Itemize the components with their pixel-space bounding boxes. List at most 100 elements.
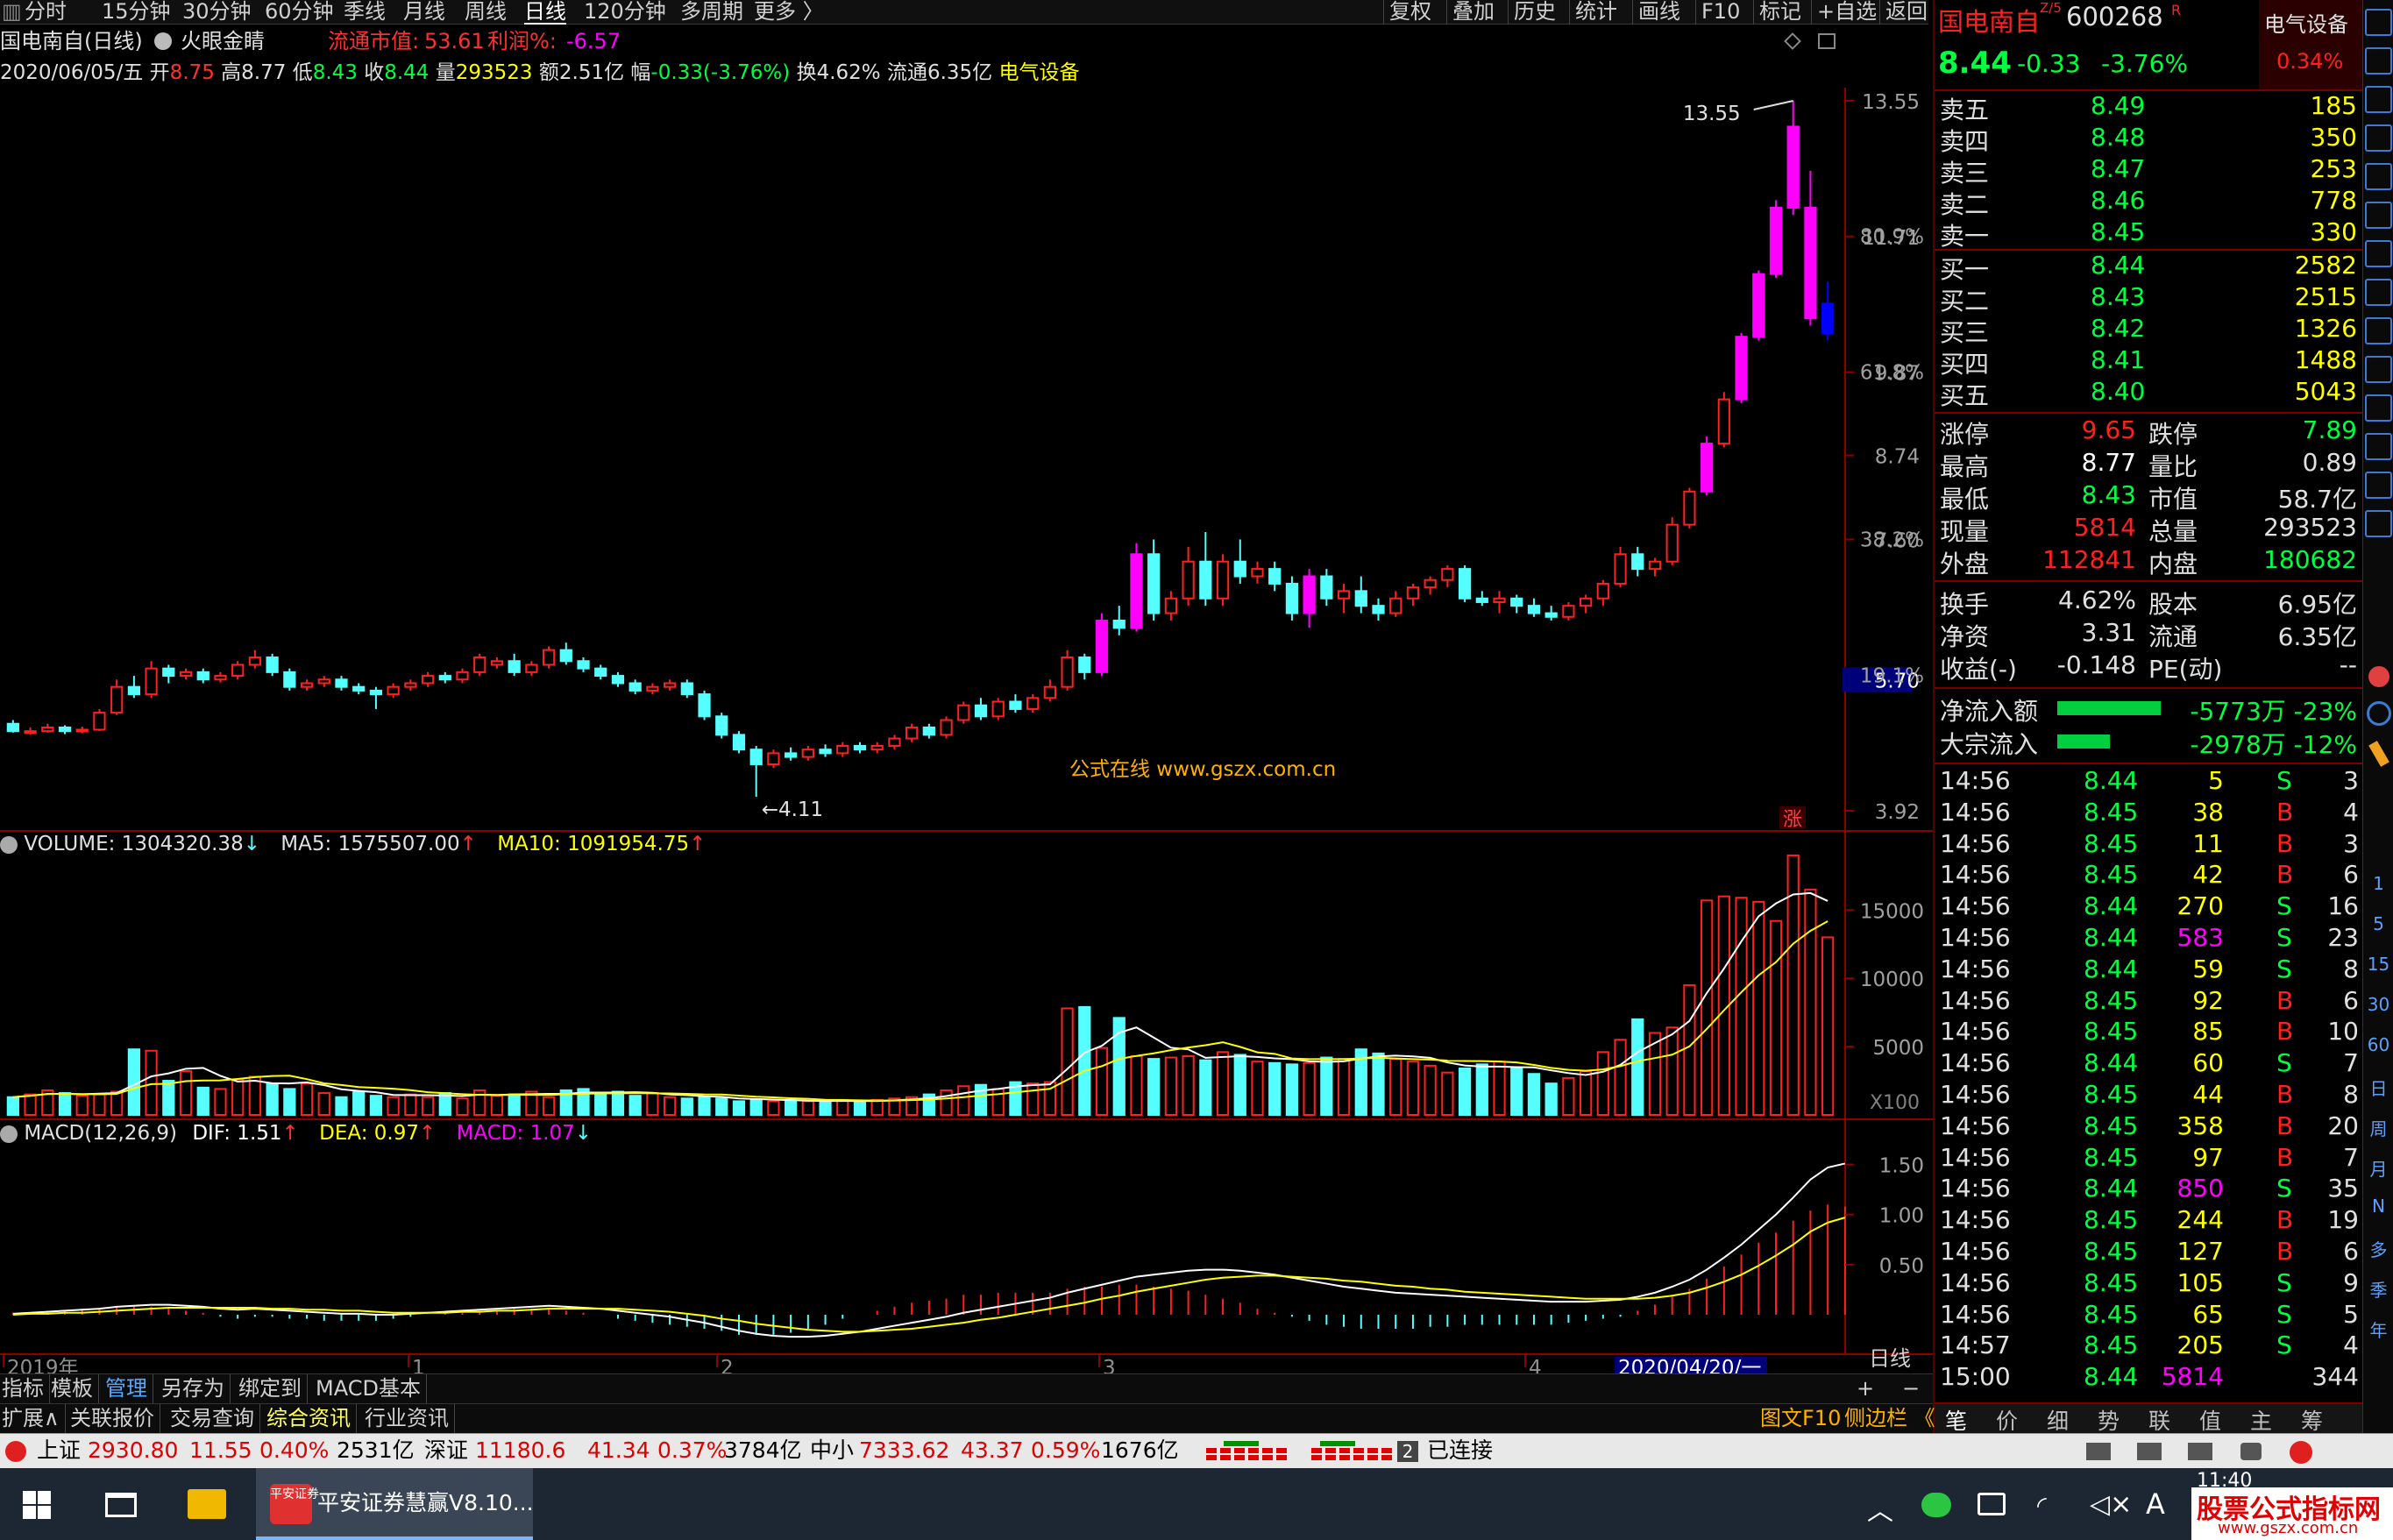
battery-icon[interactable] — [1978, 1493, 2006, 1515]
volume-bar[interactable] — [785, 1098, 798, 1117]
volume-bar[interactable] — [1061, 1007, 1074, 1117]
volume-bar[interactable] — [836, 1098, 849, 1117]
volume-bar[interactable] — [456, 1097, 469, 1116]
candle[interactable] — [1164, 591, 1178, 621]
candle[interactable] — [1078, 653, 1091, 680]
task-view-icon[interactable] — [105, 1493, 137, 1517]
candle[interactable] — [646, 683, 659, 695]
volume-bar[interactable] — [1078, 1005, 1091, 1116]
side-period-6[interactable]: 周 — [2363, 1115, 2393, 1140]
candle[interactable] — [1424, 576, 1437, 595]
indicator-btn-4[interactable]: 绑定到 — [238, 1374, 308, 1404]
f10-button[interactable]: 图文F10 — [1760, 1404, 1841, 1434]
candle[interactable] — [24, 727, 37, 735]
candle[interactable] — [1147, 539, 1161, 621]
volume-bar[interactable] — [387, 1096, 400, 1116]
candle[interactable] — [611, 671, 625, 687]
volume-bar[interactable] — [1614, 1039, 1627, 1117]
volume-bar[interactable] — [110, 1090, 124, 1117]
candle[interactable] — [283, 668, 296, 691]
quote-tab-3[interactable]: 势 — [2098, 1404, 2120, 1436]
candle[interactable] — [1821, 281, 1835, 341]
volume-bar[interactable] — [1424, 1064, 1437, 1116]
candle[interactable] — [1026, 694, 1040, 713]
file-explorer-icon[interactable] — [188, 1489, 226, 1519]
candle[interactable] — [438, 671, 451, 684]
volume-bar[interactable] — [248, 1075, 262, 1117]
macd-collapse-icon[interactable] — [0, 1125, 18, 1143]
candle[interactable] — [1752, 270, 1765, 341]
tool-icon[interactable] — [2365, 472, 2392, 499]
candle[interactable] — [628, 679, 642, 695]
volume-bar[interactable] — [698, 1096, 711, 1116]
volume-bar[interactable] — [214, 1088, 227, 1117]
candle[interactable] — [1268, 561, 1282, 592]
candle[interactable] — [525, 661, 538, 677]
tick-row[interactable]: 14:56 8.45 85 B 10 — [1935, 1017, 2364, 1048]
candle[interactable] — [1475, 591, 1488, 607]
bids-price[interactable]: 8.40 — [2091, 377, 2145, 406]
bids-price[interactable]: 8.43 — [2091, 282, 2145, 311]
volume-bar[interactable] — [1199, 1059, 1212, 1117]
inbox-icon[interactable] — [2137, 1443, 2162, 1460]
volume-bar[interactable] — [1596, 1051, 1609, 1117]
volume-bar[interactable] — [628, 1095, 642, 1117]
volume-bar[interactable] — [1631, 1018, 1644, 1116]
asks-price[interactable]: 8.46 — [2091, 186, 2145, 215]
tick-row[interactable]: 15:00 8.44 5814 344 — [1935, 1362, 2364, 1394]
indicator-btn-3[interactable]: 另存为 — [161, 1374, 231, 1404]
volume-bar[interactable] — [749, 1098, 763, 1117]
sector-box[interactable]: 电气设备 0.34% — [2259, 0, 2362, 89]
volume-bar[interactable] — [1493, 1061, 1506, 1116]
volume-bar[interactable] — [352, 1090, 366, 1117]
candle[interactable] — [75, 727, 89, 734]
volume-bar[interactable] — [940, 1089, 953, 1116]
candle[interactable] — [266, 653, 279, 677]
tool-icon[interactable] — [2365, 163, 2392, 190]
candle[interactable] — [1009, 694, 1022, 713]
candle[interactable] — [991, 698, 1005, 720]
candle[interactable] — [1665, 517, 1679, 565]
candle[interactable] — [594, 664, 607, 680]
candle[interactable] — [680, 679, 693, 699]
candle[interactable] — [1441, 564, 1454, 588]
candle[interactable] — [1544, 606, 1558, 621]
quote-tab-4[interactable]: 联 — [2148, 1404, 2170, 1436]
candle[interactable] — [1683, 487, 1696, 529]
volume-bar[interactable] — [594, 1093, 607, 1116]
move-icon[interactable] — [2367, 701, 2391, 726]
tick-row[interactable]: 14:56 8.45 97 B 7 — [1935, 1143, 2364, 1175]
candle[interactable] — [1182, 546, 1195, 607]
tick-row[interactable]: 14:56 8.44 5 S 3 — [1935, 766, 2364, 798]
candle[interactable] — [870, 742, 884, 754]
tool-icon[interactable] — [2365, 356, 2392, 383]
side-period-4[interactable]: 60 — [2363, 1034, 2393, 1055]
candle[interactable] — [196, 668, 209, 684]
tick-row[interactable]: 14:56 8.45 42 B 6 — [1935, 860, 2364, 891]
tick-row[interactable]: 14:56 8.45 38 B 4 — [1935, 798, 2364, 829]
volume-bar[interactable] — [1804, 888, 1817, 1117]
bids-price[interactable]: 8.42 — [2091, 314, 2145, 343]
volume-bar[interactable] — [1320, 1056, 1333, 1116]
candle[interactable] — [801, 745, 814, 761]
tool-icon[interactable] — [2365, 47, 2392, 75]
candle[interactable] — [58, 725, 72, 735]
tick-row[interactable]: 14:56 8.45 244 B 19 — [1935, 1205, 2364, 1237]
indicator-btn-0[interactable]: 指标 — [2, 1374, 50, 1404]
volume-bar[interactable] — [767, 1100, 780, 1116]
candle[interactable] — [231, 661, 245, 680]
wifi-icon[interactable]: ◜ — [2037, 1491, 2047, 1520]
volume-bar[interactable] — [162, 1080, 175, 1117]
candle[interactable] — [248, 649, 262, 669]
candle[interactable] — [404, 679, 417, 691]
tool-icon[interactable] — [2365, 317, 2392, 344]
candle[interactable] — [819, 744, 832, 757]
side-period-8[interactable]: N — [2363, 1196, 2393, 1217]
volume-bar[interactable] — [680, 1097, 693, 1116]
volume-bar[interactable] — [58, 1092, 72, 1117]
quote-tab-7[interactable]: 筹 — [2301, 1404, 2323, 1436]
volume-bar[interactable] — [1441, 1071, 1454, 1117]
side-period-3[interactable]: 30 — [2363, 994, 2393, 1015]
candle[interactable] — [352, 683, 366, 695]
candle[interactable] — [1061, 649, 1074, 691]
